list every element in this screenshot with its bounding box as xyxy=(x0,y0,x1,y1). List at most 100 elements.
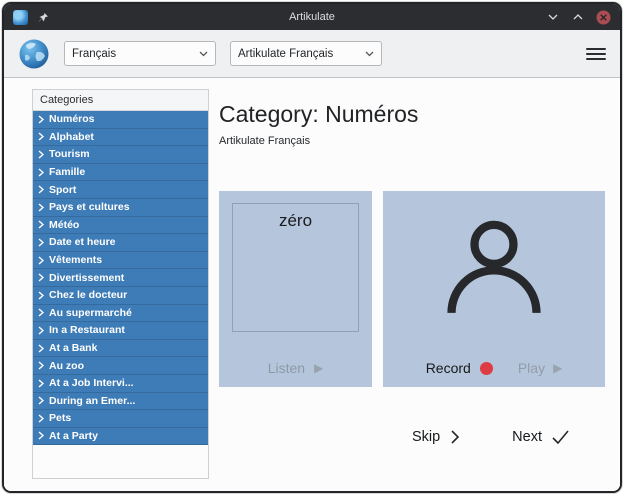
sidebar-item-category[interactable]: Alphabet xyxy=(33,129,208,147)
skip-button[interactable]: Skip xyxy=(412,429,460,445)
course-select-value: Artikulate Français xyxy=(238,48,333,60)
chevron-right-icon xyxy=(38,203,44,212)
listen-button[interactable]: Listen ▶ xyxy=(268,360,324,376)
chevron-right-icon xyxy=(450,429,460,445)
check-icon xyxy=(552,430,569,444)
chevron-right-icon xyxy=(38,379,44,388)
categories-header: Categories xyxy=(33,90,208,111)
sidebar-item-category[interactable]: Numéros xyxy=(33,111,208,129)
play-label: Play xyxy=(518,360,545,376)
sidebar-item-category[interactable]: At a Job Intervi... xyxy=(33,375,208,393)
chevron-right-icon xyxy=(38,220,44,229)
category-label: At a Party xyxy=(49,430,98,442)
chevron-right-icon xyxy=(38,150,44,159)
close-button[interactable] xyxy=(595,9,611,25)
sidebar-item-category[interactable]: In a Restaurant xyxy=(33,322,208,340)
pin-icon[interactable] xyxy=(35,9,51,25)
menu-icon[interactable] xyxy=(586,44,606,64)
content-area: Categories Numéros Alphabet T xyxy=(4,78,620,491)
category-label: At a Bank xyxy=(49,342,97,354)
titlebar: Artikulate xyxy=(4,4,620,30)
play-icon: ▶ xyxy=(314,361,323,375)
sidebar-item-category[interactable]: Pays et cultures xyxy=(33,199,208,217)
app-icon xyxy=(13,10,28,25)
person-icon xyxy=(435,209,553,327)
play-icon: ▶ xyxy=(553,361,562,375)
sidebar-item-category[interactable]: At a Party xyxy=(33,428,208,446)
category-label: Famille xyxy=(49,166,85,178)
sidebar-item-category[interactable]: Chez le docteur xyxy=(33,287,208,305)
chevron-right-icon xyxy=(38,414,44,423)
chevron-right-icon xyxy=(38,168,44,177)
categories-list: Numéros Alphabet Tourism Famille xyxy=(33,111,208,445)
chevron-right-icon xyxy=(38,115,44,124)
category-label: In a Restaurant xyxy=(49,324,125,336)
next-label: Next xyxy=(512,429,542,445)
play-button[interactable]: Play ▶ xyxy=(518,360,562,376)
category-label: Météo xyxy=(49,219,79,231)
window-title: Artikulate xyxy=(4,11,620,23)
chevron-right-icon xyxy=(38,344,44,353)
category-label: At a Job Intervi... xyxy=(49,377,134,389)
toolbar: Français Artikulate Français xyxy=(4,30,620,78)
chevron-right-icon xyxy=(38,308,44,317)
chevron-right-icon xyxy=(38,273,44,282)
course-select[interactable]: Artikulate Français xyxy=(230,41,382,66)
sidebar-item-category[interactable]: Famille xyxy=(33,164,208,182)
chevron-right-icon xyxy=(38,291,44,300)
record-label: Record xyxy=(426,360,471,376)
chevron-down-icon xyxy=(365,51,374,57)
sidebar-item-category[interactable]: Tourism xyxy=(33,146,208,164)
chevron-right-icon xyxy=(38,326,44,335)
sidebar-item-category[interactable]: During an Emer... xyxy=(33,393,208,411)
category-label: During an Emer... xyxy=(49,395,135,407)
chevron-down-icon xyxy=(199,51,208,57)
next-button[interactable]: Next xyxy=(512,429,569,445)
language-select[interactable]: Français xyxy=(64,41,216,66)
sidebar-item-category[interactable]: Date et heure xyxy=(33,234,208,252)
category-label: Vêtements xyxy=(49,254,102,266)
record-dot-icon xyxy=(480,362,493,375)
sidebar-item-category[interactable]: At a Bank xyxy=(33,340,208,358)
main-panel: Category: Numéros Artikulate Français zé… xyxy=(209,89,605,479)
category-label: Divertissement xyxy=(49,272,124,284)
chevron-right-icon xyxy=(38,256,44,265)
maximize-button[interactable] xyxy=(570,9,586,25)
chevron-right-icon xyxy=(38,431,44,440)
app-window: Artikulate xyxy=(2,2,622,493)
category-label: Alphabet xyxy=(49,131,94,143)
language-select-value: Français xyxy=(72,48,116,60)
chevron-right-icon xyxy=(38,238,44,247)
category-label: Sport xyxy=(49,184,76,196)
sidebar-item-category[interactable]: Sport xyxy=(33,181,208,199)
sidebar-item-category[interactable]: Pets xyxy=(33,410,208,428)
categories-sidebar: Categories Numéros Alphabet T xyxy=(32,89,209,479)
chevron-right-icon xyxy=(38,132,44,141)
sidebar-item-category[interactable]: Météo xyxy=(33,217,208,235)
skip-label: Skip xyxy=(412,429,440,445)
category-label: Numéros xyxy=(49,113,95,125)
category-label: Chez le docteur xyxy=(49,289,127,301)
sidebar-item-category[interactable]: Vêtements xyxy=(33,252,208,270)
category-label: Pays et cultures xyxy=(49,201,130,213)
globe-icon xyxy=(18,38,50,70)
sidebar-item-category[interactable]: Au supermarché xyxy=(33,305,208,323)
chevron-right-icon xyxy=(38,361,44,370)
record-card: Record Play ▶ xyxy=(383,191,605,387)
category-label: Tourism xyxy=(49,148,90,160)
category-label: Au zoo xyxy=(49,360,84,372)
record-button[interactable]: Record xyxy=(426,360,493,376)
sidebar-item-category[interactable]: Divertissement xyxy=(33,269,208,287)
minimize-button[interactable] xyxy=(545,9,561,25)
chevron-right-icon xyxy=(38,396,44,405)
sidebar-item-category[interactable]: Au zoo xyxy=(33,357,208,375)
category-label: Pets xyxy=(49,412,71,424)
listen-label: Listen xyxy=(268,360,305,376)
phrase-text: zéro xyxy=(232,203,359,332)
chevron-right-icon xyxy=(38,185,44,194)
page-subtitle: Artikulate Français xyxy=(219,135,605,147)
page-title: Category: Numéros xyxy=(219,101,605,128)
phrase-card: zéro Listen ▶ xyxy=(219,191,372,387)
category-label: Date et heure xyxy=(49,236,116,248)
category-label: Au supermarché xyxy=(49,307,132,319)
